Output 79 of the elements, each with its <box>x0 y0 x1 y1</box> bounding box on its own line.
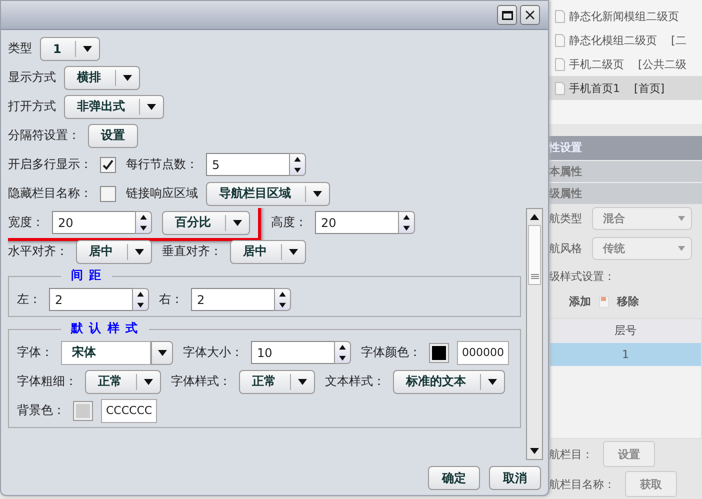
field-label: 背景色： <box>17 402 65 419</box>
dialog-button[interactable]: 确定 <box>428 466 480 490</box>
dropdown[interactable]: 1 <box>40 36 100 60</box>
caret-icon <box>289 248 298 254</box>
remove-icon <box>599 296 609 308</box>
field-label: 字体样式： <box>171 373 231 390</box>
field-label: 字体大小： <box>183 344 243 361</box>
field-label: 字体： <box>17 344 53 361</box>
dialog-button[interactable]: 取消 <box>489 466 541 490</box>
field-label: 字体颜色： <box>361 344 421 361</box>
field-label: 开启多行显示： <box>8 156 92 173</box>
field-label: 航风格 <box>549 241 582 256</box>
field-label: 显示方式 <box>8 69 56 86</box>
field-label: 链接响应区域 <box>126 185 198 202</box>
field-label: 右： <box>159 291 183 308</box>
caret-icon <box>298 378 307 384</box>
field-label: 航类型 <box>549 211 582 226</box>
field-label: 航栏目： <box>549 446 593 462</box>
page-icon <box>555 58 565 70</box>
field-label: 类型 <box>8 40 32 57</box>
maximize-button[interactable] <box>497 5 517 25</box>
field-label: 宽度： <box>8 214 44 231</box>
caret-icon <box>135 248 144 254</box>
checkbox[interactable] <box>100 186 116 202</box>
down-arrow-icon <box>530 448 539 454</box>
action-link[interactable]: 添加 <box>569 294 591 310</box>
page-list-item[interactable]: 手机首页1 [首页] <box>549 76 702 100</box>
close-icon <box>525 10 535 20</box>
caret-icon <box>678 216 685 222</box>
caret-icon <box>678 246 685 252</box>
caret-icon <box>488 378 497 384</box>
dropdown[interactable]: 非弹出式 <box>64 94 164 118</box>
checkbox[interactable] <box>100 156 116 172</box>
field-label: 垂直对齐： <box>162 243 222 260</box>
page-list-item[interactable]: 手机二级页 [公共二级 <box>549 52 702 76</box>
up-arrow-icon <box>530 214 539 220</box>
page-icon <box>555 82 565 94</box>
dropdown[interactable]: 标准的文本 <box>393 370 505 394</box>
field-label: 每行节点数： <box>126 156 198 173</box>
grip-icon <box>530 274 538 280</box>
caret-icon <box>313 190 322 196</box>
dropdown[interactable]: 正常 <box>239 370 315 394</box>
settings-button[interactable]: 设置 <box>88 124 138 148</box>
hex-input[interactable]: CCCCCC <box>101 398 158 422</box>
page-icon <box>555 34 565 46</box>
field-label: 航栏目名称： <box>549 476 615 492</box>
caret-icon <box>158 350 166 356</box>
group-title: 间 距 <box>61 267 112 284</box>
dropdown[interactable]: 百分比 <box>162 210 250 234</box>
column-header: 层号 <box>550 318 701 343</box>
dropdown[interactable]: 居中 <box>230 240 306 264</box>
scroll-thumb[interactable] <box>528 225 541 285</box>
page-list-item[interactable]: 静态化模组二级页 [二 <box>549 28 702 52</box>
dropdown[interactable]: 正常 <box>85 370 161 394</box>
page-list-item[interactable]: 静态化新闻模组二级页 <box>549 4 702 28</box>
field-label: 分隔符设置： <box>8 127 80 144</box>
field-label: 打开方式 <box>8 98 56 115</box>
table-row[interactable]: 1 <box>550 342 701 366</box>
field-label: 水平对齐： <box>8 243 68 260</box>
group-title: 默 认 样 式 <box>61 320 149 337</box>
field-label: 左： <box>17 291 41 308</box>
dropdown[interactable]: 导航栏目区域 <box>206 182 330 206</box>
field-label: 文本样式： <box>325 373 385 390</box>
caret-icon <box>144 378 153 384</box>
field-label: 级样式设置： <box>549 269 616 286</box>
caret-icon <box>233 220 242 226</box>
close-button[interactable] <box>520 5 540 25</box>
action-link[interactable]: 移除 <box>617 294 639 310</box>
page-icon <box>555 10 565 22</box>
caret-icon <box>147 104 156 110</box>
dropdown[interactable]: 横排 <box>64 66 140 90</box>
field-label: 隐藏栏目名称： <box>8 185 92 202</box>
caret-icon <box>83 46 92 52</box>
field-label: 字体粗细： <box>17 373 77 390</box>
dropdown[interactable]: 居中 <box>76 240 152 264</box>
caret-icon <box>123 74 132 80</box>
hex-input[interactable]: 000000 <box>457 340 509 364</box>
field-label: 高度： <box>271 214 307 231</box>
maximize-icon <box>502 10 512 20</box>
